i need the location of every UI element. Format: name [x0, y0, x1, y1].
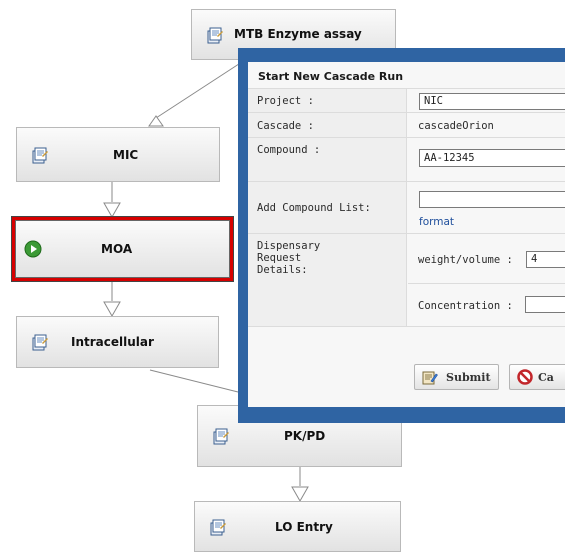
dispensary-label: Dispensary Request Details:	[248, 234, 407, 326]
form-row-project: Project : NIC	[248, 88, 565, 112]
document-icon	[207, 27, 223, 43]
dispensary-divider	[408, 283, 565, 284]
cascade-label: Cascade :	[248, 113, 407, 137]
submit-icon	[422, 371, 438, 385]
cancel-button[interactable]: Ca	[509, 364, 565, 390]
project-field[interactable]: NIC	[419, 93, 565, 110]
node-moa-selected[interactable]: MOA	[12, 217, 233, 281]
form-bottom-border	[248, 326, 565, 327]
weight-volume-field[interactable]: 4	[526, 251, 565, 268]
document-icon	[210, 519, 226, 535]
compound-cell: AA-12345	[408, 138, 565, 181]
node-label: LO Entry	[275, 519, 333, 534]
node-label: MIC	[113, 147, 139, 162]
compound-label: Compound :	[248, 138, 407, 181]
dialog-title: Start New Cascade Run	[258, 70, 404, 83]
start-cascade-dialog: Start New Cascade Run Project : NIC Casc…	[238, 48, 565, 423]
concentration-label: Concentration :	[418, 300, 513, 312]
format-link[interactable]: format	[419, 216, 454, 228]
concentration-field[interactable]	[525, 296, 565, 313]
weight-volume-label: weight/volume :	[418, 254, 513, 266]
form-row-cascade: Cascade : cascadeOrion	[248, 112, 565, 137]
cascade-cell: cascadeOrion	[408, 113, 565, 137]
node-label: Intracellular	[71, 335, 154, 349]
project-cell: NIC	[408, 89, 565, 112]
cascade-form: Project : NIC Cascade : cascadeOrion Com…	[248, 88, 565, 327]
play-icon	[24, 240, 42, 258]
node-label: PK/PD	[284, 429, 326, 443]
document-icon	[213, 428, 229, 445]
form-row-compound-list: Add Compound List: format	[248, 181, 565, 233]
form-row-dispensary: Dispensary Request Details: weight/volum…	[248, 233, 565, 326]
compound-field[interactable]: AA-12345	[419, 149, 565, 167]
compound-list-label: Add Compound List:	[248, 182, 407, 233]
node-label: MOA	[101, 242, 133, 256]
cancel-icon	[517, 369, 533, 385]
compound-list-field[interactable]	[419, 191, 565, 208]
node-label: MTB Enzyme assay	[234, 27, 362, 41]
cascade-value: cascadeOrion	[418, 120, 494, 132]
node-mic[interactable]: MIC	[16, 127, 220, 182]
document-icon	[32, 147, 48, 163]
form-row-compound: Compound : AA-12345	[248, 137, 565, 181]
node-intracellular[interactable]: Intracellular	[16, 316, 219, 368]
dispensary-cell: weight/volume : 4 Concentration :	[408, 234, 565, 326]
node-lo-entry[interactable]: LO Entry	[194, 501, 401, 552]
compound-list-cell: format	[408, 182, 565, 233]
dialog-body: Start New Cascade Run Project : NIC Casc…	[248, 62, 565, 407]
project-label: Project :	[248, 89, 407, 112]
submit-label: Submit	[446, 371, 491, 384]
submit-button[interactable]: Submit	[414, 364, 499, 390]
workflow-canvas: MTB Enzyme assay MIC MOA Intracellular P…	[0, 0, 565, 552]
document-icon	[32, 334, 48, 351]
cancel-label: Ca	[538, 371, 554, 384]
